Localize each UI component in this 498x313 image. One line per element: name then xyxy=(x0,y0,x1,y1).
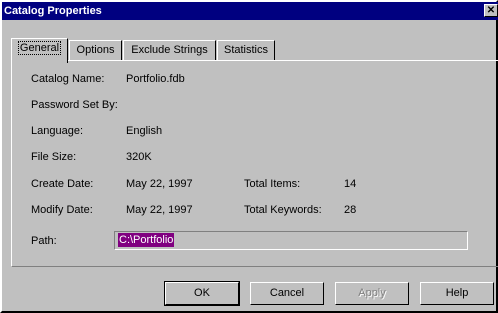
window-title: Catalog Properties xyxy=(4,5,102,17)
cancel-button[interactable]: Cancel xyxy=(250,282,324,305)
close-icon[interactable]: ✕ xyxy=(484,4,498,17)
tab-general[interactable]: General xyxy=(11,38,68,63)
tab-options[interactable]: Options xyxy=(69,40,122,60)
tab-options-label: Options xyxy=(76,44,115,56)
tab-exclude-strings-label: Exclude Strings xyxy=(131,44,208,56)
tab-statistics[interactable]: Statistics xyxy=(217,40,275,60)
title-bar[interactable]: Catalog Properties ✕ xyxy=(2,2,498,20)
ok-button[interactable]: OK xyxy=(164,281,240,306)
help-button[interactable]: Help xyxy=(420,282,494,305)
tab-general-label: General xyxy=(17,41,62,55)
tab-statistics-label: Statistics xyxy=(223,44,268,56)
general-tab-panel xyxy=(11,60,498,267)
tab-exclude-strings[interactable]: Exclude Strings xyxy=(123,40,216,60)
apply-button[interactable]: Apply xyxy=(335,282,409,305)
